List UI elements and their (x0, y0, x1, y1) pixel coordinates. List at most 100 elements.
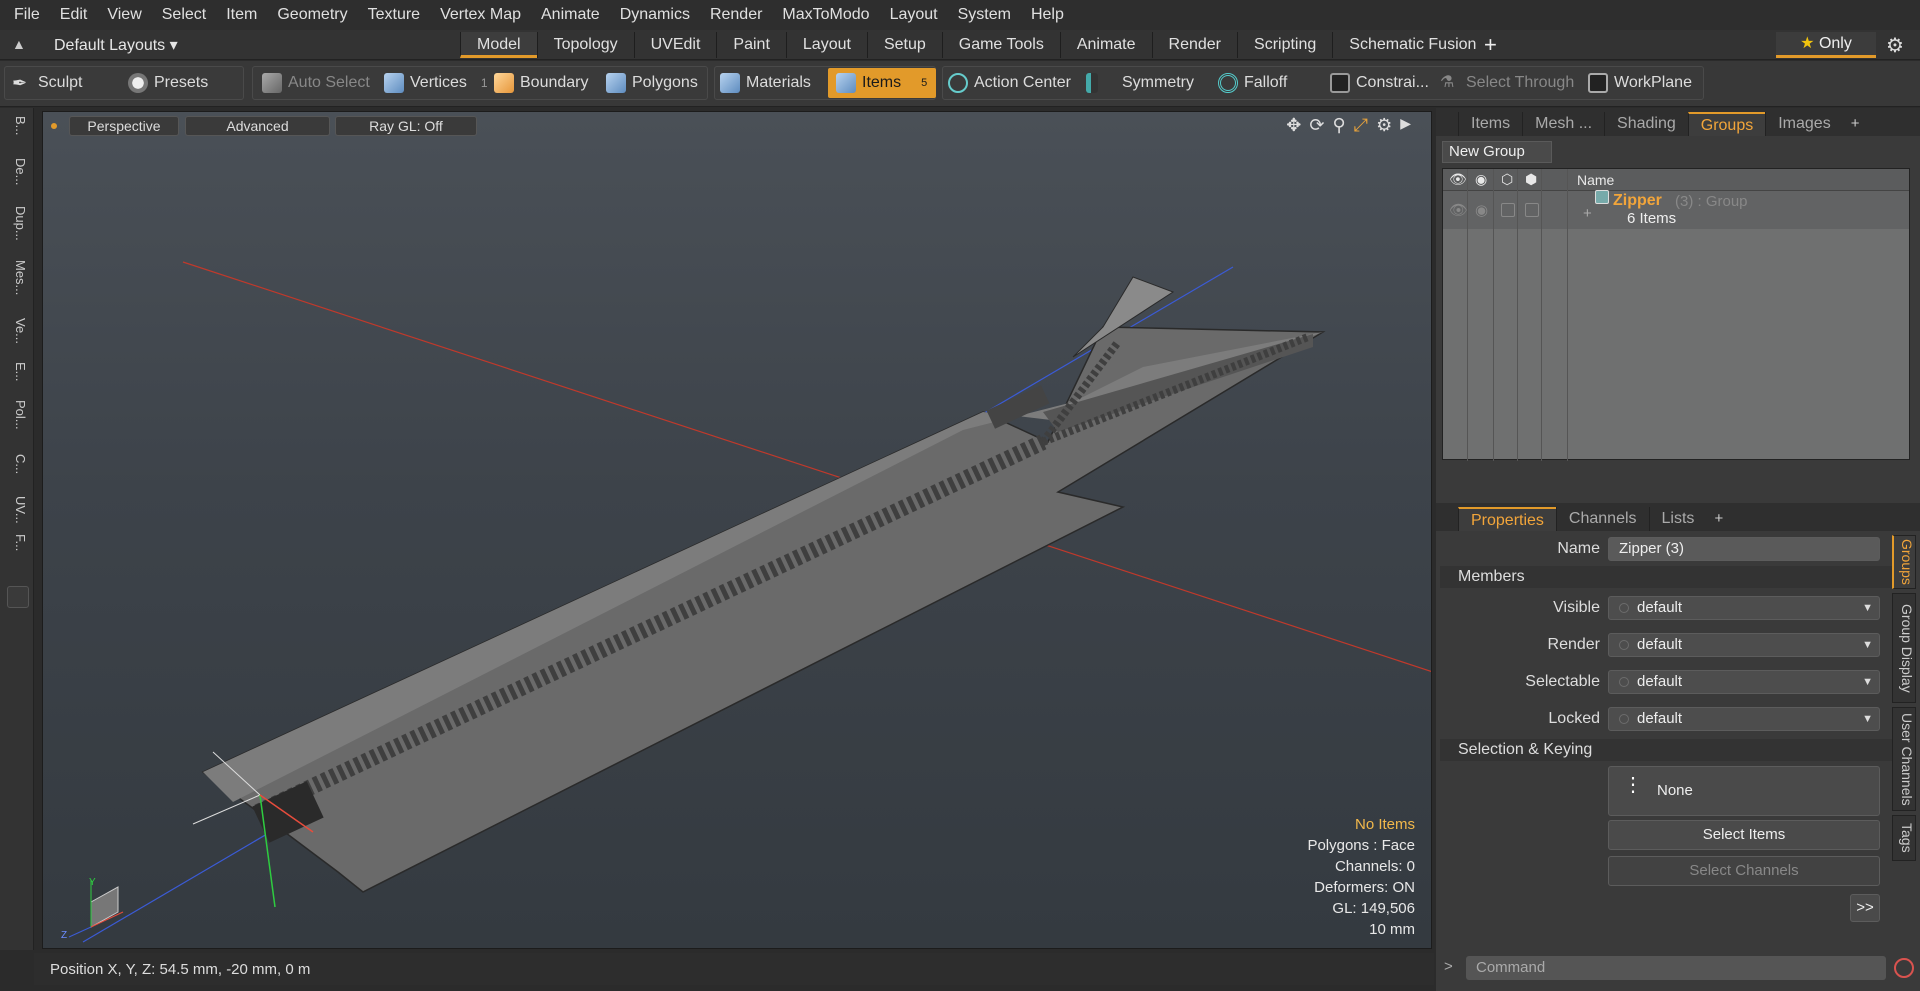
menu-vertex-map[interactable]: Vertex Map (430, 6, 531, 24)
left-tab-duplicate[interactable]: Dup... (6, 206, 28, 241)
left-tab-edge[interactable]: E... (6, 362, 28, 382)
presets-button[interactable]: Presets (128, 68, 208, 98)
vertices-button[interactable]: Vertices 1 (384, 68, 488, 98)
menu-view[interactable]: View (97, 6, 151, 24)
left-tab-polygon[interactable]: Pol... (6, 400, 28, 430)
workplane-label: WorkPlane (1614, 74, 1692, 91)
gear-icon[interactable]: ⚙ (1886, 33, 1904, 58)
tab-mesh[interactable]: Mesh ... (1522, 112, 1604, 136)
menu-help[interactable]: Help (1021, 6, 1074, 24)
locked-dropdown[interactable]: default ▼ (1608, 707, 1880, 731)
expand-plus-icon[interactable]: + (1583, 205, 1592, 222)
polygons-button[interactable]: Polygons (606, 68, 698, 98)
left-tab-basic[interactable]: B... (6, 116, 28, 136)
new-group-button[interactable]: New Group (1442, 141, 1552, 163)
tab-channels[interactable]: Channels (1555, 507, 1649, 531)
tab-schematic-fusion[interactable]: Schematic Fusion (1332, 32, 1492, 58)
side-tab-group-display[interactable]: Group Display (1892, 593, 1916, 703)
select-through-button[interactable]: ⚗ Select Through (1440, 68, 1574, 98)
lock-cube-icon[interactable]: ⬡ (1501, 171, 1513, 188)
tab-images[interactable]: Images (1765, 112, 1842, 136)
group-item-count: 6 Items (1627, 210, 1677, 227)
menu-animate[interactable]: Animate (531, 6, 610, 24)
group-row-zipper[interactable]: 👁 ◉ + Zipper (3) : Group 6 Items (1443, 190, 1909, 229)
tab-animate[interactable]: Animate (1059, 32, 1152, 58)
keying-none-button[interactable]: ⋮ None (1608, 766, 1880, 816)
tab-groups[interactable]: Groups (1687, 112, 1766, 136)
visibility-eye-icon[interactable]: 👁 (1449, 171, 1467, 188)
tab-render[interactable]: Render (1151, 32, 1237, 58)
select-items-button[interactable]: Select Items (1608, 820, 1880, 850)
tab-setup[interactable]: Setup (866, 32, 942, 58)
tab-scripting[interactable]: Scripting (1237, 32, 1332, 58)
collapse-arrow-icon[interactable]: ▲ (12, 36, 30, 54)
boundary-button[interactable]: Boundary (494, 68, 589, 98)
default-layouts-dropdown[interactable]: Default Layouts ▾ (54, 35, 178, 55)
falloff-button[interactable]: Falloff (1218, 68, 1287, 98)
selectable-dropdown[interactable]: default ▼ (1608, 670, 1880, 694)
left-tab-mesh-edit[interactable]: Mes... (6, 260, 28, 295)
auto-select-button[interactable]: Auto Select (262, 68, 370, 98)
materials-button[interactable]: Materials (720, 68, 811, 98)
name-field[interactable]: Zipper (3) (1608, 537, 1880, 561)
name-column-header[interactable]: Name (1577, 172, 1614, 188)
action-center-button[interactable]: Action Center (948, 68, 1071, 98)
menu-dynamics[interactable]: Dynamics (610, 6, 700, 24)
tab-model[interactable]: Model (460, 32, 537, 58)
members-section[interactable]: Members (1440, 566, 1910, 588)
add-panel-tab-icon[interactable]: + (1843, 112, 1868, 136)
left-tab-vertex[interactable]: Ve... (6, 318, 28, 344)
add-tab-button[interactable]: + (1484, 32, 1497, 58)
side-tab-user-channels[interactable]: User Channels (1892, 707, 1916, 811)
row-eye-icon[interactable]: 👁 (1449, 201, 1468, 219)
left-tab-curve[interactable]: C... (6, 454, 28, 474)
side-tab-tags[interactable]: Tags (1892, 815, 1916, 861)
tab-shading[interactable]: Shading (1604, 112, 1688, 136)
tab-game-tools[interactable]: Game Tools (941, 32, 1060, 58)
locked-radio-icon (1619, 714, 1629, 724)
tab-uvedit[interactable]: UVEdit (633, 32, 717, 58)
select-channels-button[interactable]: Select Channels (1608, 856, 1880, 886)
command-input[interactable]: Command (1466, 956, 1886, 980)
render-dropdown[interactable]: default ▼ (1608, 633, 1880, 657)
tab-properties[interactable]: Properties (1458, 507, 1556, 531)
items-button[interactable]: Items 5 (828, 68, 936, 98)
left-tab-uv[interactable]: UV... (6, 496, 28, 524)
menu-maxtomodo[interactable]: MaxToModo (772, 6, 879, 24)
menu-edit[interactable]: Edit (50, 6, 98, 24)
left-tab-fusion[interactable]: F... (6, 534, 28, 551)
groups-list[interactable]: 👁 ◉ ⬡ ⬢ Name 👁 ◉ + Zipper (3) : Group 6 … (1442, 168, 1910, 461)
symmetry-button[interactable]: Symmetry (1086, 68, 1194, 98)
workplane-button[interactable]: WorkPlane (1588, 68, 1692, 98)
left-strip-toggle[interactable] (7, 586, 29, 608)
menu-render[interactable]: Render (700, 6, 772, 24)
only-button[interactable]: ★ Only (1776, 32, 1876, 58)
tab-items[interactable]: Items (1458, 112, 1522, 136)
menu-geometry[interactable]: Geometry (267, 6, 357, 24)
menu-layout[interactable]: Layout (880, 6, 948, 24)
tab-topology[interactable]: Topology (536, 32, 634, 58)
selection-keying-section[interactable]: Selection & Keying (1440, 739, 1910, 761)
menu-select[interactable]: Select (152, 6, 216, 24)
add-properties-tab-icon[interactable]: + (1706, 507, 1731, 531)
row-render-icon[interactable]: ◉ (1475, 201, 1488, 219)
tab-layout[interactable]: Layout (785, 32, 867, 58)
tab-paint[interactable]: Paint (716, 32, 785, 58)
sculpt-button[interactable]: ✒ Sculpt (12, 68, 82, 98)
menu-file[interactable]: File (4, 6, 50, 24)
menu-item[interactable]: Item (216, 6, 267, 24)
row-select-checkbox[interactable] (1525, 203, 1539, 217)
constraints-button[interactable]: Constrai... (1330, 68, 1429, 98)
record-icon[interactable] (1894, 958, 1914, 978)
visible-dropdown[interactable]: default ▼ (1608, 596, 1880, 620)
row-lock-checkbox[interactable] (1501, 203, 1515, 217)
render-icon[interactable]: ◉ (1475, 171, 1487, 188)
menu-system[interactable]: System (948, 6, 1021, 24)
more-button[interactable]: >> (1850, 894, 1880, 922)
side-tab-groups[interactable]: Groups (1892, 535, 1916, 589)
select-cube-icon[interactable]: ⬢ (1525, 171, 1537, 188)
3d-viewport[interactable]: Perspective Advanced Ray GL: Off ✥ ⟳ ⚲ ⤢… (42, 111, 1432, 949)
tab-lists[interactable]: Lists (1648, 507, 1707, 531)
menu-texture[interactable]: Texture (358, 6, 430, 24)
left-tab-deform[interactable]: De... (6, 158, 28, 185)
